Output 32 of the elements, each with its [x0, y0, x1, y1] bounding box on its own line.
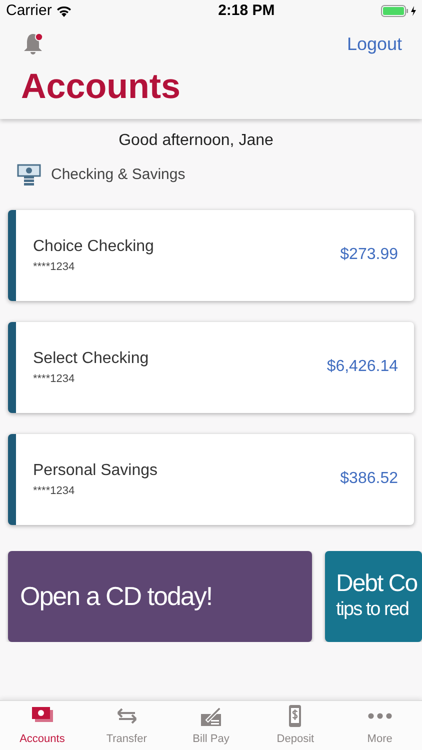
promo-title: Debt Co: [336, 570, 418, 598]
account-balance: $386.52: [340, 469, 398, 489]
promo-title: Open a CD today!: [20, 580, 214, 612]
page-title: Accounts: [20, 66, 182, 108]
tab-button[interactable]: Bill Pay: [168, 701, 254, 750]
account-name: Personal Savings: [33, 460, 158, 481]
account-card[interactable]: Choice Checking ****1234 $273.99: [8, 210, 414, 300]
dots-icon: [368, 712, 392, 719]
section-heading: Checking & Savings: [51, 165, 186, 185]
account-number: ****1234: [33, 484, 76, 499]
logout-link[interactable]: Logout: [346, 30, 402, 58]
carrier-label: Carrier: [6, 0, 52, 21]
account-balance: $6,426.14: [326, 357, 398, 377]
promo-banner[interactable]: Open a CD today!: [8, 550, 312, 642]
account-number: ****1234: [33, 260, 76, 275]
account-balance: $273.99: [340, 245, 398, 265]
wifi-icon: [56, 5, 72, 17]
account-name: Choice Checking: [33, 236, 154, 257]
account-card[interactable]: Personal Savings ****1234 $386.52: [8, 434, 414, 524]
greeting-text: Good afternoon, Jane: [118, 131, 274, 151]
tab-button[interactable]: Accounts: [0, 701, 84, 750]
tab-button[interactable]: Deposit: [253, 701, 338, 750]
battery-icon: [380, 5, 408, 17]
promo-banner[interactable]: Debt Co tips to red: [325, 550, 422, 642]
tab-button[interactable]: Transfer: [84, 701, 169, 750]
tab-button[interactable]: More: [338, 701, 422, 750]
account-name: Select Checking: [33, 348, 149, 369]
cash-stack-icon: [17, 164, 41, 186]
account-card[interactable]: Select Checking ****1234 $6,426.14: [8, 322, 414, 412]
promo-subtitle: tips to red: [336, 598, 410, 622]
account-number: ****1234: [33, 372, 76, 387]
clock: 2:18 PM: [218, 0, 275, 21]
